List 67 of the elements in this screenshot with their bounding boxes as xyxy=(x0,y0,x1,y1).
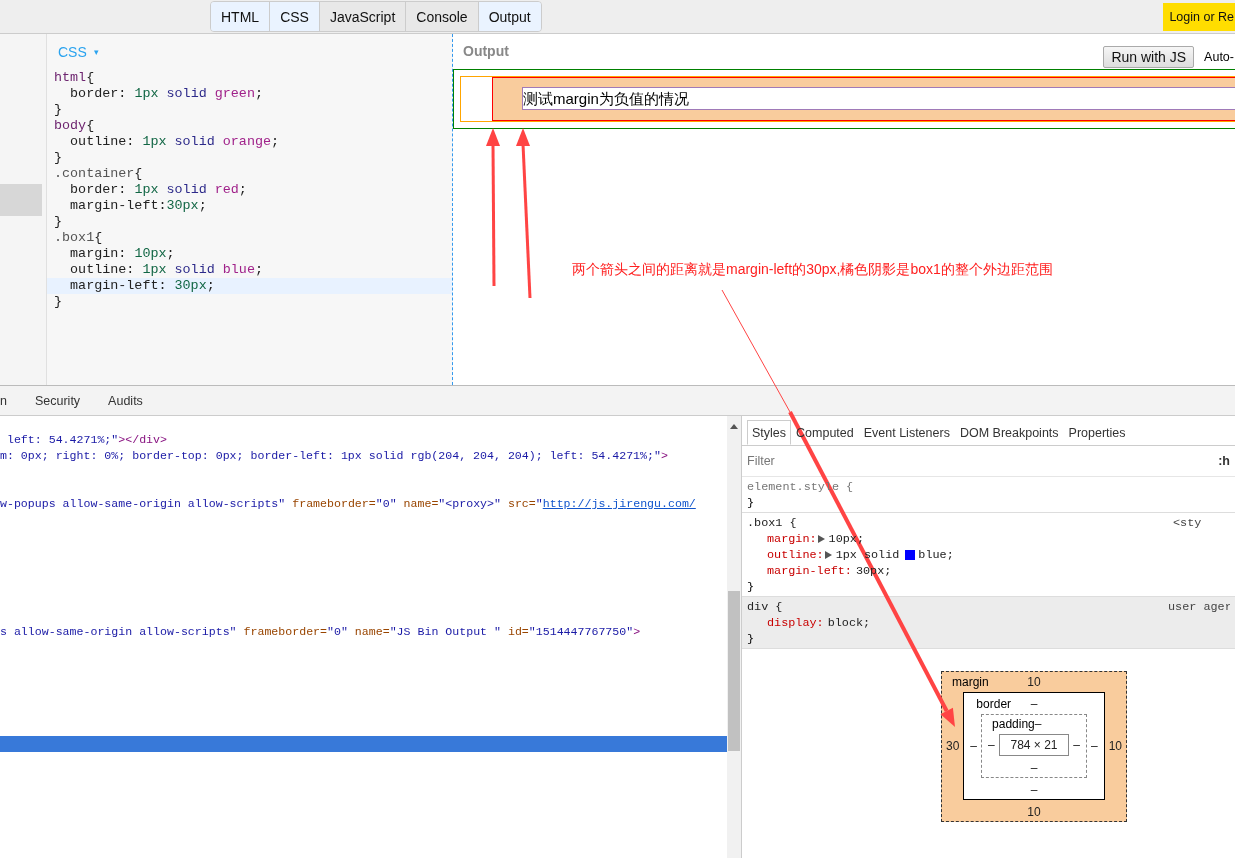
dom-line[interactable]: s allow-same-origin allow-scripts" frameborder="0" name="JS Bin Output " id="1514447767750"> xyxy=(0,624,727,640)
sidebar-tab[interactable]: Styles xyxy=(747,420,792,445)
box-value: 10 xyxy=(1108,739,1122,753)
devtools-tab[interactable]: n xyxy=(0,386,21,415)
state-toggle[interactable]: :h xyxy=(1218,454,1230,468)
panel-tab[interactable]: JavaScript xyxy=(319,2,407,31)
box-value: – xyxy=(1034,717,1042,731)
code-line: .container{ xyxy=(53,166,144,182)
box-value: – xyxy=(1090,739,1098,753)
panel-tab[interactable]: Output xyxy=(478,2,541,31)
dom-line[interactable]: w-popups allow-same-origin allow-scripts" frameborder="0" name="<proxy>" src="http://js.jirengu.com/ xyxy=(0,496,727,512)
sidebar-tab[interactable]: DOM Breakpoints xyxy=(954,420,1064,445)
panel-tab[interactable]: HTML xyxy=(211,2,271,31)
code-line: html{ xyxy=(53,70,96,86)
property-name: display: xyxy=(767,615,824,631)
box-label: padding xyxy=(992,717,1035,731)
box-label: margin xyxy=(951,675,990,689)
annotation-text: 两个箭头之间的距离就是margin-left的30px,橘色阴影是box1的整个外边距范围 xyxy=(572,261,1053,279)
property-name: margin: xyxy=(767,531,817,547)
rule-selector: div { xyxy=(747,599,784,615)
code-line: border: 1px solid red; xyxy=(69,182,248,198)
code-line: outline: 1px solid blue; xyxy=(69,262,264,278)
rule-source[interactable]: user ager xyxy=(1168,599,1230,615)
property-name: outline: xyxy=(767,547,824,563)
auto-run-label[interactable]: Auto- xyxy=(1204,49,1234,64)
box-value: 10 xyxy=(1026,805,1042,819)
panel-tab[interactable]: Console xyxy=(406,2,479,31)
brace: } xyxy=(747,495,756,511)
content-size: 784 × 21 xyxy=(998,734,1070,756)
brace: } xyxy=(747,579,756,595)
run-button[interactable]: Run with JS xyxy=(1103,45,1195,68)
sidebar-tab[interactable]: Properties xyxy=(1063,420,1131,445)
property-name: margin-left: xyxy=(767,563,852,579)
property-value: block; xyxy=(827,615,871,631)
dom-line[interactable]: left: 54.4271%;"></div> xyxy=(0,432,727,448)
code-line: } xyxy=(53,294,64,310)
filter-field[interactable]: Filter xyxy=(747,454,1219,468)
box-label: border xyxy=(975,697,1013,711)
devtools-tab[interactable]: Security xyxy=(20,386,95,415)
panel-label: Output xyxy=(463,42,509,59)
code-line: .box1{ xyxy=(53,230,104,246)
dom-line[interactable]: m: 0px; right: 0%; border-top: 0px; border-left: 1px solid rgb(204, 204, 204); left: 54.4271%;"> xyxy=(0,448,727,464)
brace: } xyxy=(747,631,756,647)
code-line: } xyxy=(53,150,64,166)
code-line: } xyxy=(53,214,64,230)
panel-tab[interactable]: CSS xyxy=(270,2,320,31)
rule-selector: .box1 { xyxy=(747,515,798,531)
code-line: outline: 1px solid orange; xyxy=(69,134,281,150)
box-value: – xyxy=(1029,761,1039,775)
property-value: blue; xyxy=(918,547,954,563)
box-value: – xyxy=(1030,697,1038,711)
sidebar-tab[interactable]: Event Listeners xyxy=(858,420,955,445)
box-value: 10 xyxy=(1027,675,1041,689)
code-line: margin: 10px; xyxy=(69,246,176,262)
box-value: – xyxy=(1029,783,1039,797)
devtools-tab[interactable]: Audits xyxy=(94,386,157,415)
code-line: body{ xyxy=(53,118,96,134)
box-value: – xyxy=(970,739,978,753)
box-value: – xyxy=(988,738,995,752)
rule-source[interactable]: <sty xyxy=(1173,515,1230,531)
rendered-text: 测试margin为负值的情况 xyxy=(523,88,1235,109)
code-line: border: 1px solid green; xyxy=(69,86,264,102)
login-button[interactable]: Login or Re xyxy=(1163,3,1235,31)
box-value: – xyxy=(1073,738,1080,752)
box-value: 30 xyxy=(946,739,960,753)
code-line: } xyxy=(53,102,64,118)
code-line: margin-left:30px; xyxy=(69,198,208,214)
